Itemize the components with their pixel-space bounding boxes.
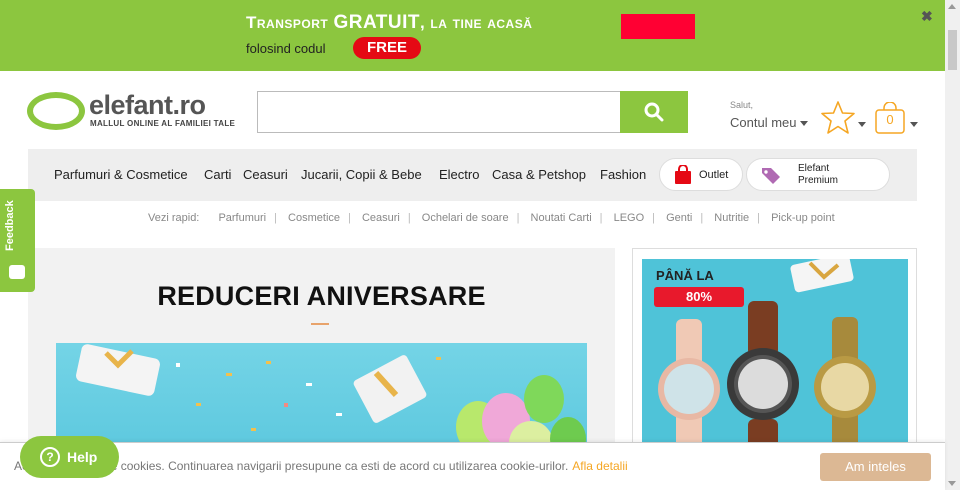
help-button[interactable]: ? Help: [20, 436, 119, 478]
scroll-down-arrow-icon[interactable]: [948, 481, 956, 486]
shopping-bag-icon: [675, 165, 691, 184]
quick-links-label: Vezi rapid:: [148, 212, 200, 224]
account-label[interactable]: Contul meu: [730, 115, 796, 130]
elefant-premium-button[interactable]: Elefant Premium: [746, 158, 890, 191]
star-icon: [821, 101, 855, 134]
promo-close-icon[interactable]: ✖: [921, 8, 933, 25]
quick-link[interactable]: LEGO: [614, 212, 645, 224]
favorites-button[interactable]: [820, 100, 856, 141]
outlet-button[interactable]: Outlet: [659, 158, 743, 191]
hero-section: REDUCERI ANIVERSARE: [28, 248, 615, 448]
nav-item-carti[interactable]: Carti: [204, 167, 231, 182]
search-icon: [644, 102, 664, 122]
promo-code-badge: FREE: [353, 37, 421, 59]
quick-link[interactable]: Noutati Carti: [531, 212, 592, 224]
quick-link[interactable]: Nutritie: [714, 212, 749, 224]
accept-cookies-button[interactable]: Am inteles: [820, 453, 931, 481]
search-box[interactable]: [257, 91, 621, 133]
watches-image: [658, 259, 876, 449]
nav-item-ceasuri[interactable]: Ceasuri: [243, 167, 288, 182]
promo-headline: Transport GRATUIT, la tine acasă: [246, 12, 533, 33]
elephant-logo-icon: [27, 92, 85, 130]
account-greeting: Salut,: [730, 100, 754, 110]
page-scrollbar[interactable]: [945, 0, 960, 490]
nav-item-fashion[interactable]: Fashion: [600, 167, 646, 182]
nav-item-casa-petshop[interactable]: Casa & Petshop: [492, 167, 586, 182]
help-label: Help: [67, 449, 98, 465]
quick-link[interactable]: Parfumuri: [218, 212, 266, 224]
smiley-icon: [9, 265, 25, 279]
title-divider: [311, 323, 329, 325]
cart-count: 0: [886, 112, 894, 127]
quick-link[interactable]: Ochelari de soare: [422, 212, 509, 224]
quick-links: Vezi rapid: Parfumuri | Cosmetice | Ceasur…: [148, 212, 835, 224]
logo-name: elefant.ro: [89, 90, 206, 120]
nav-item-parfumuri-cosmetice[interactable]: Parfumuri & Cosmetice: [54, 167, 188, 182]
nav-item-electro[interactable]: Electro: [439, 167, 479, 182]
promo-red-block[interactable]: [621, 14, 695, 39]
category-nav: Parfumuri & Cosmetice Carti Ceasuri Juca…: [28, 149, 917, 201]
favorites-chevron-down-icon[interactable]: [858, 122, 866, 127]
hero-title: REDUCERI ANIVERSARE: [157, 281, 486, 311]
premium-label-line1: Elefant: [798, 163, 830, 174]
chevron-down-icon: [800, 121, 809, 127]
question-icon: ?: [40, 447, 60, 467]
cart-button[interactable]: 0: [874, 102, 906, 134]
scroll-up-arrow-icon[interactable]: [948, 4, 956, 9]
side-promo[interactable]: PÂNĂ LA 80%: [632, 248, 917, 449]
cookie-details-link[interactable]: Afla detalii: [572, 459, 627, 473]
site-logo[interactable]: elefant.ro MALLUL ONLINE AL FAMILIEI TAL…: [27, 90, 237, 134]
account-menu[interactable]: Salut, Contul meu: [730, 100, 809, 130]
search-button[interactable]: [620, 91, 688, 133]
cart-chevron-down-icon[interactable]: [910, 122, 918, 127]
hero-banner-image[interactable]: [56, 343, 587, 448]
quick-link[interactable]: Cosmetice: [288, 212, 340, 224]
quick-link[interactable]: Genti: [666, 212, 692, 224]
promo-banner[interactable]: Transport GRATUIT, la tine acasă folosin…: [0, 0, 945, 71]
cookie-bar: Acest site foloseste cookies. Continuare…: [0, 442, 945, 490]
logo-tagline: MALLUL ONLINE AL FAMILIEI TALE: [90, 119, 236, 128]
promo-subline: folosind codul: [246, 41, 326, 56]
scrollbar-thumb[interactable]: [948, 30, 957, 70]
quick-link[interactable]: Pick-up point: [771, 212, 835, 224]
search-input[interactable]: [258, 92, 620, 132]
nav-item-jucarii[interactable]: Jucarii, Copii & Bebe: [301, 167, 422, 182]
watches-promo-image[interactable]: PÂNĂ LA 80%: [642, 259, 908, 449]
feedback-tab[interactable]: Feedback: [0, 189, 35, 292]
outlet-label: Outlet: [699, 169, 729, 181]
price-tag-icon: [762, 168, 780, 184]
quick-link[interactable]: Ceasuri: [362, 212, 400, 224]
feedback-label: Feedback: [4, 200, 16, 251]
celebration-image: [76, 344, 586, 448]
premium-label-line2: Premium: [798, 175, 839, 186]
